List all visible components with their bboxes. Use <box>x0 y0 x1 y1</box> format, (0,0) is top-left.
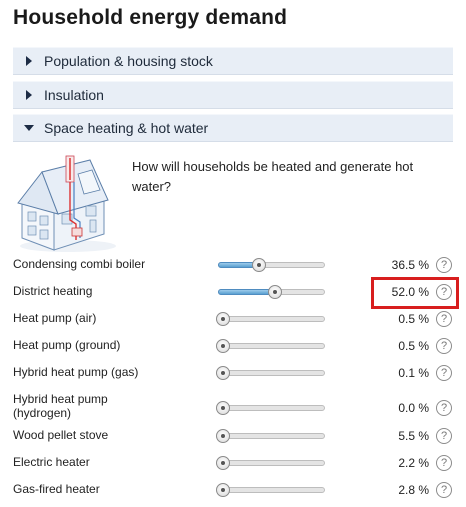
slider-label: Hybrid heat pump (hydrogen) <box>13 392 108 420</box>
house-heating-illustration <box>17 155 116 252</box>
slider-row: Condensing combi boiler 36.5 %? <box>13 257 453 277</box>
slider-track[interactable] <box>216 429 325 443</box>
slider-handle[interactable] <box>252 258 266 272</box>
slider-handle[interactable] <box>216 401 230 415</box>
slider-track[interactable] <box>216 366 325 380</box>
slider-row: Heat pump (ground) 0.5 %? <box>13 338 453 358</box>
slider-handle[interactable] <box>216 339 230 353</box>
slider-track[interactable] <box>216 483 325 497</box>
slider-track[interactable] <box>216 401 325 415</box>
slider-value: 5.5 % <box>398 429 429 443</box>
slider-row: Wood pellet stove 5.5 %? <box>13 428 453 448</box>
slider-value: 0.5 % <box>398 339 429 353</box>
slider-track[interactable] <box>216 339 325 353</box>
slider-label: Heat pump (ground) <box>13 338 121 352</box>
slider-track[interactable] <box>218 258 325 272</box>
slider-row: Gas-fired heater 2.8 %? <box>13 482 453 502</box>
slider-value: 2.2 % <box>398 456 429 470</box>
slider-label: Wood pellet stove <box>13 428 109 442</box>
chevron-down-icon <box>23 125 35 131</box>
slider-label: District heating <box>13 284 93 298</box>
chevron-right-icon <box>23 90 35 100</box>
slider-track[interactable] <box>216 312 325 326</box>
section-label: Population & housing stock <box>44 53 213 69</box>
slider-row: Electric heater 2.2 %? <box>13 455 453 475</box>
slider-handle[interactable] <box>268 285 282 299</box>
slider-value: 0.1 % <box>398 366 429 380</box>
help-icon[interactable]: ? <box>436 311 452 327</box>
slider-track[interactable] <box>218 285 325 299</box>
help-icon[interactable]: ? <box>436 400 452 416</box>
section-space-heating-hot-water[interactable]: Space heating & hot water <box>13 114 453 142</box>
slider-handle[interactable] <box>216 429 230 443</box>
help-icon[interactable]: ? <box>436 455 452 471</box>
help-icon[interactable]: ? <box>436 428 452 444</box>
section-label: Space heating & hot water <box>44 120 209 136</box>
highlight-box <box>371 277 459 309</box>
section-label: Insulation <box>44 87 104 103</box>
slider-label: Hybrid heat pump (gas) <box>13 365 139 379</box>
help-icon[interactable]: ? <box>436 338 452 354</box>
slider-label: Condensing combi boiler <box>13 257 146 271</box>
slider-handle[interactable] <box>216 312 230 326</box>
slider-label: Heat pump (air) <box>13 311 97 325</box>
help-icon[interactable]: ? <box>436 365 452 381</box>
section-insulation[interactable]: Insulation <box>13 81 453 109</box>
slider-row: Hybrid heat pump (hydrogen) 0.0 %? <box>13 392 453 420</box>
help-icon[interactable]: ? <box>436 257 452 273</box>
slider-handle[interactable] <box>216 366 230 380</box>
help-icon[interactable]: ? <box>436 482 452 498</box>
question-text: How will households be heated and genera… <box>132 159 414 194</box>
slider-handle[interactable] <box>216 483 230 497</box>
slider-label: Gas-fired heater <box>13 482 100 496</box>
slider-label: Electric heater <box>13 455 90 469</box>
page-title: Household energy demand <box>13 6 288 29</box>
slider-value: 0.0 % <box>398 401 429 415</box>
section-population-housing-stock[interactable]: Population & housing stock <box>13 47 453 75</box>
slider-fill <box>218 289 274 295</box>
slider-track[interactable] <box>216 456 325 470</box>
slider-row: Hybrid heat pump (gas) 0.1 %? <box>13 365 453 385</box>
slider-row: Heat pump (air) 0.5 %? <box>13 311 453 331</box>
slider-value: 0.5 % <box>398 312 429 326</box>
chevron-right-icon <box>23 56 35 66</box>
slider-handle[interactable] <box>216 456 230 470</box>
slider-value: 36.5 % <box>391 258 429 272</box>
slider-value: 2.8 % <box>398 483 429 497</box>
